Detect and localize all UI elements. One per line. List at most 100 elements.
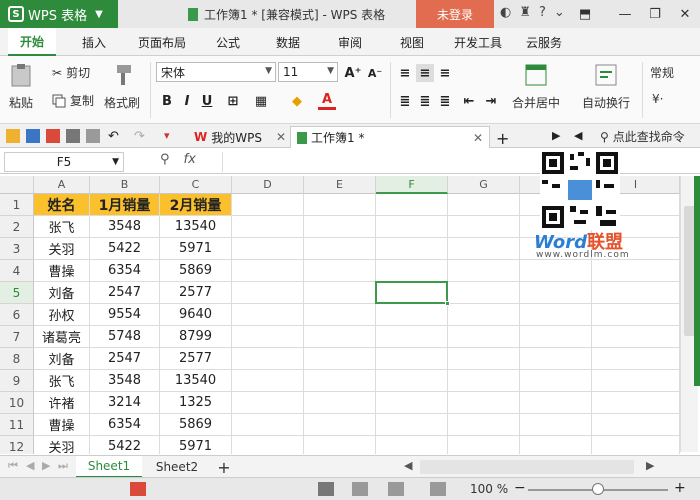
app-menu-button[interactable]: S WPS 表格 ▼ — [0, 0, 118, 28]
scroll-right-icon[interactable]: ▶ — [646, 459, 654, 472]
cell-d12[interactable] — [232, 436, 304, 454]
outdent-icon[interactable]: ⇥ — [482, 92, 500, 110]
column-header-b[interactable]: B — [90, 176, 160, 194]
cell-c9[interactable]: 13540 — [160, 370, 232, 392]
scroll-left-icon[interactable]: ◀ — [404, 459, 412, 472]
cell-c5[interactable]: 2577 — [160, 282, 232, 304]
skin-icon[interactable]: ◐ — [500, 5, 511, 20]
cell-b5[interactable]: 2547 — [90, 282, 160, 304]
font-name-select[interactable]: 宋体 ▼ — [156, 62, 276, 82]
redo-icon[interactable]: ↷ — [134, 129, 148, 144]
tab-view[interactable]: 视图 — [400, 28, 424, 56]
italic-button[interactable]: I — [178, 92, 196, 110]
print-preview-icon[interactable] — [86, 129, 100, 143]
cell-a10[interactable]: 许褚 — [34, 392, 90, 414]
cell-h5[interactable] — [520, 282, 592, 304]
column-header-g[interactable]: G — [448, 176, 520, 194]
tab-insert[interactable]: 插入 — [82, 28, 106, 56]
name-box[interactable]: F5 ▼ — [4, 152, 124, 172]
cell-b3[interactable]: 5422 — [90, 238, 160, 260]
cell-e11[interactable] — [304, 414, 376, 436]
cell-e5[interactable] — [304, 282, 376, 304]
row-header-10[interactable]: 10 — [0, 392, 34, 414]
cell-g11[interactable] — [448, 414, 520, 436]
tab-home[interactable]: 开始 — [8, 28, 57, 56]
restore-layout-icon[interactable]: ⬒ — [574, 4, 596, 24]
cell-d5[interactable] — [232, 282, 304, 304]
row-header-6[interactable]: 6 — [0, 304, 34, 326]
column-header-d[interactable]: D — [232, 176, 304, 194]
cell-c1[interactable]: 2月销量 — [160, 194, 232, 216]
sheet-tab-sheet2[interactable]: Sheet2 — [146, 456, 208, 478]
cell-b11[interactable]: 6354 — [90, 414, 160, 436]
export-pdf-icon[interactable] — [46, 129, 60, 143]
cell-h12[interactable] — [520, 436, 592, 454]
number-format-select[interactable]: 常规 — [650, 64, 674, 81]
row-header-8[interactable]: 8 — [0, 348, 34, 370]
close-icon[interactable]: ✕ — [674, 4, 696, 24]
cell-i10[interactable] — [592, 392, 680, 414]
cell-a3[interactable]: 关羽 — [34, 238, 90, 260]
tab-formula[interactable]: 公式 — [216, 28, 240, 56]
wrap-text-button[interactable]: 自动换行 — [582, 62, 630, 111]
merge-center-button[interactable]: 合并居中 — [512, 62, 560, 111]
new-tab-icon[interactable]: + — [496, 129, 510, 148]
align-top-icon[interactable]: ≡ — [396, 64, 414, 82]
cell-g1[interactable] — [448, 194, 520, 216]
cell-e8[interactable] — [304, 348, 376, 370]
cell-a11[interactable]: 曹操 — [34, 414, 90, 436]
cell-f12[interactable] — [376, 436, 448, 454]
customize-icon[interactable]: ▾ — [164, 129, 178, 143]
select-all-corner[interactable] — [0, 176, 34, 194]
cell-f10[interactable] — [376, 392, 448, 414]
cell-i8[interactable] — [592, 348, 680, 370]
print-icon[interactable] — [66, 129, 80, 143]
row-header-3[interactable]: 3 — [0, 238, 34, 260]
login-button[interactable]: 未登录 — [416, 0, 494, 28]
cell-c6[interactable]: 9640 — [160, 304, 232, 326]
selection-box[interactable] — [375, 281, 450, 306]
cell-b4[interactable]: 6354 — [90, 260, 160, 282]
cell-c11[interactable]: 5869 — [160, 414, 232, 436]
cell-d10[interactable] — [232, 392, 304, 414]
cell-f9[interactable] — [376, 370, 448, 392]
align-middle-icon[interactable]: ≡ — [416, 64, 434, 82]
underline-button[interactable]: U — [198, 92, 216, 110]
cell-b6[interactable]: 9554 — [90, 304, 160, 326]
zoom-search-icon[interactable]: ⚲ — [160, 152, 170, 167]
align-center-icon[interactable]: ≣ — [416, 92, 434, 110]
cell-g8[interactable] — [448, 348, 520, 370]
tab-cloud[interactable]: 云服务 — [526, 28, 562, 56]
cell-h6[interactable] — [520, 304, 592, 326]
help-icon[interactable]: ? — [539, 5, 546, 20]
cut-button[interactable]: ✂ 剪切 — [52, 64, 90, 81]
reading-mode-icon[interactable] — [430, 482, 446, 496]
cell-i6[interactable] — [592, 304, 680, 326]
row-header-2[interactable]: 2 — [0, 216, 34, 238]
row-header-5[interactable]: 5 — [0, 282, 34, 304]
cell-f6[interactable] — [376, 304, 448, 326]
cell-h8[interactable] — [520, 348, 592, 370]
cell-a5[interactable]: 刘备 — [34, 282, 90, 304]
cell-h4[interactable] — [520, 260, 592, 282]
copy-button[interactable]: 复制 — [52, 92, 94, 109]
row-header-12[interactable]: 12 — [0, 436, 34, 454]
cell-d11[interactable] — [232, 414, 304, 436]
cell-e6[interactable] — [304, 304, 376, 326]
cell-g12[interactable] — [448, 436, 520, 454]
cell-f8[interactable] — [376, 348, 448, 370]
font-size-select[interactable]: 11 ▼ — [278, 62, 338, 82]
cell-a1[interactable]: 姓名 — [34, 194, 90, 216]
close-icon[interactable]: ✕ — [276, 130, 286, 144]
cell-g5[interactable] — [448, 282, 520, 304]
tab-developer[interactable]: 开发工具 — [454, 28, 502, 56]
macro-icon[interactable] — [130, 482, 146, 496]
cell-f3[interactable] — [376, 238, 448, 260]
next-sheet-icon[interactable]: ▶ — [42, 459, 50, 472]
cell-h10[interactable] — [520, 392, 592, 414]
cell-f2[interactable] — [376, 216, 448, 238]
add-sheet-icon[interactable]: + — [214, 456, 234, 478]
cell-d1[interactable] — [232, 194, 304, 216]
cell-a8[interactable]: 刘备 — [34, 348, 90, 370]
cell-g7[interactable] — [448, 326, 520, 348]
